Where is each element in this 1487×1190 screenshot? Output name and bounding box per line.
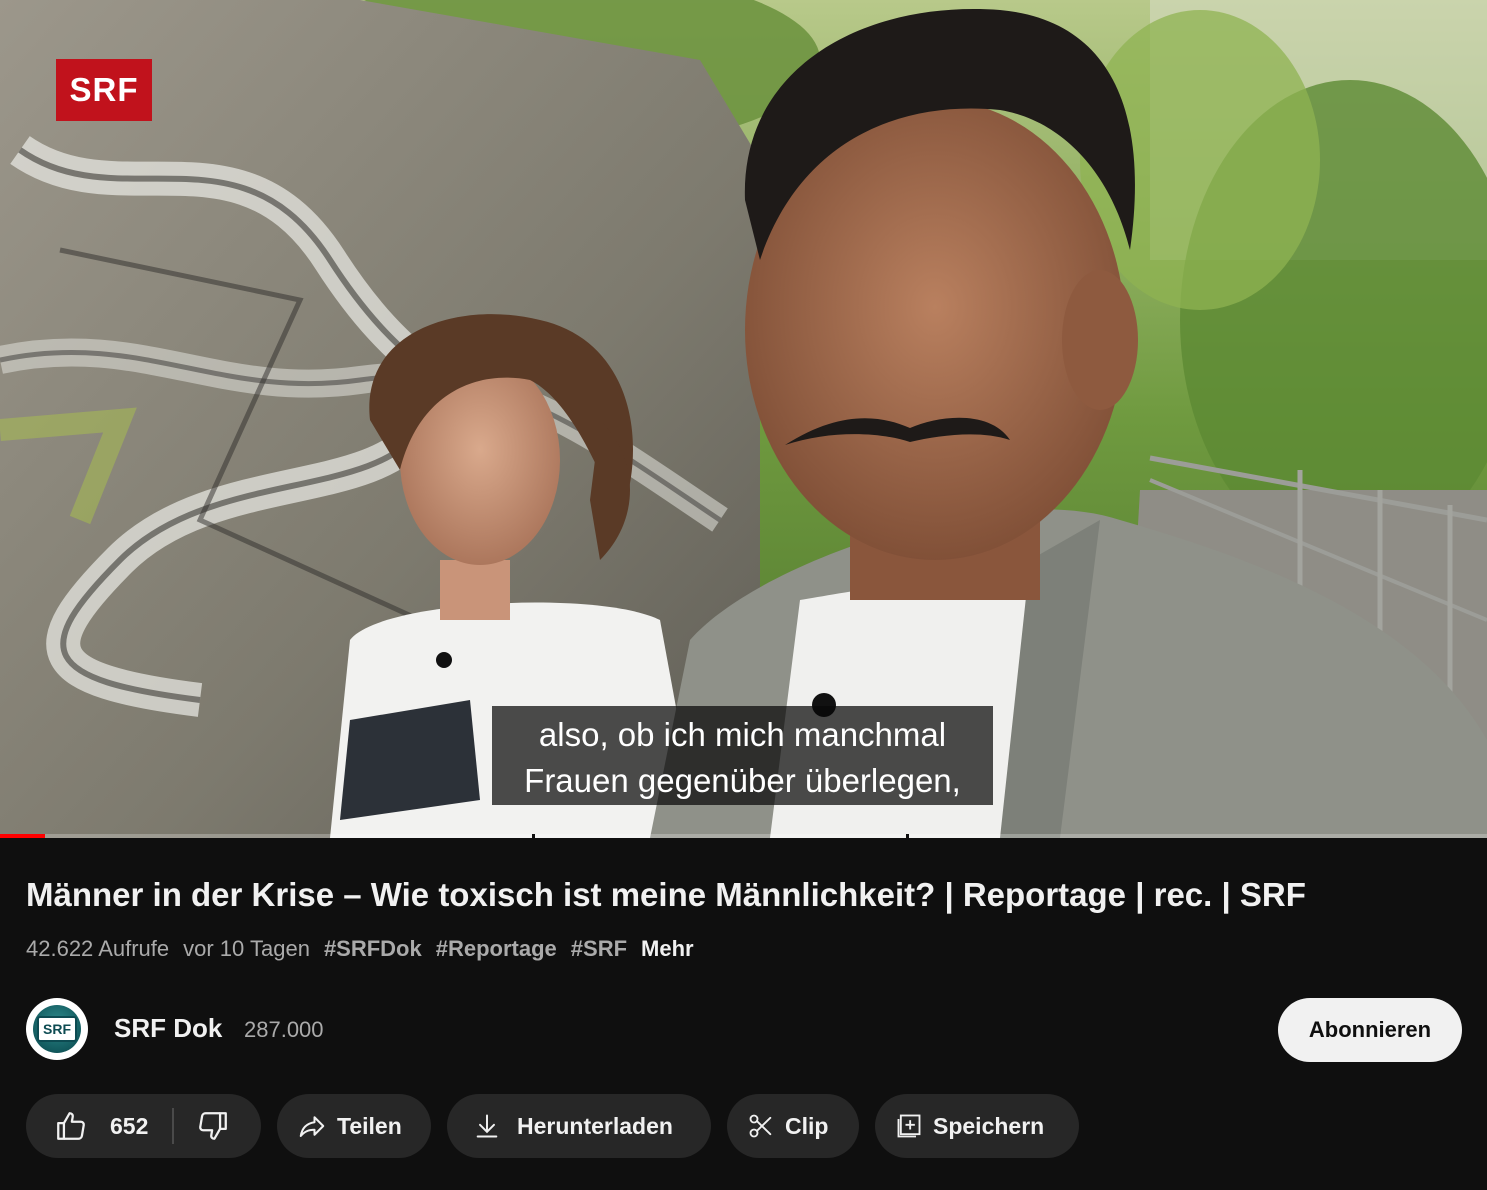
thumbs-down-icon[interactable] xyxy=(196,1109,230,1143)
more-button[interactable]: Mehr xyxy=(641,936,694,962)
clip-button[interactable]: Clip xyxy=(727,1094,859,1158)
progress-fill xyxy=(0,834,45,838)
share-label: Teilen xyxy=(337,1112,402,1139)
like-dislike-pill: 652 xyxy=(26,1094,261,1158)
scissors-icon xyxy=(747,1112,775,1140)
caption-line-1: also, ob ich mich manchmal xyxy=(538,716,947,753)
like-count[interactable]: 652 xyxy=(110,1113,148,1140)
avatar-circle: SRF xyxy=(33,1005,81,1053)
avatar-logo: SRF xyxy=(37,1016,77,1042)
chapter-marker xyxy=(532,834,535,838)
hashtag-link[interactable]: #Reportage xyxy=(436,936,557,962)
like-divider xyxy=(172,1108,175,1144)
share-icon xyxy=(297,1111,327,1141)
subscriber-count: 287.000 xyxy=(244,1017,324,1042)
chapter-marker xyxy=(906,834,909,838)
channel-avatar[interactable]: SRF xyxy=(26,998,88,1060)
subscribe-button[interactable]: Abonnieren xyxy=(1278,998,1462,1062)
hashtag-link[interactable]: #SRFDok xyxy=(324,936,422,962)
playlist-add-icon xyxy=(895,1112,923,1140)
download-icon xyxy=(473,1111,501,1141)
thumbs-up-icon[interactable] xyxy=(54,1109,88,1143)
video-player[interactable]: SRF also, ob ich mich manchmal Frauen ge… xyxy=(0,0,1487,838)
progress-bar[interactable] xyxy=(0,834,1487,838)
srf-logo: SRF xyxy=(56,59,152,121)
caption-line-2: Frauen gegenüber überlegen, xyxy=(524,762,961,799)
channel-name[interactable]: SRF Dok xyxy=(114,1013,222,1044)
video-meta[interactable]: 42.622 Aufrufe vor 10 Tagen #SRFDok #Rep… xyxy=(26,936,694,962)
save-button[interactable]: Speichern xyxy=(875,1094,1079,1158)
channel-row: SRF SRF Dok 287.000 Abonnieren xyxy=(26,998,1462,1062)
upload-age: vor 10 Tagen xyxy=(183,936,310,961)
caption-box: also, ob ich mich manchmal Frauen gegenü… xyxy=(492,706,993,805)
video-title: Männer in der Krise – Wie toxisch ist me… xyxy=(26,876,1306,913)
hashtag-link[interactable]: #SRF xyxy=(571,936,627,962)
clip-label: Clip xyxy=(785,1112,829,1139)
save-label: Speichern xyxy=(933,1112,1045,1139)
share-button[interactable]: Teilen xyxy=(277,1094,431,1158)
view-count: 42.622 Aufrufe xyxy=(26,936,170,961)
download-label: Herunterladen xyxy=(517,1112,673,1139)
download-button[interactable]: Herunterladen xyxy=(447,1094,711,1158)
